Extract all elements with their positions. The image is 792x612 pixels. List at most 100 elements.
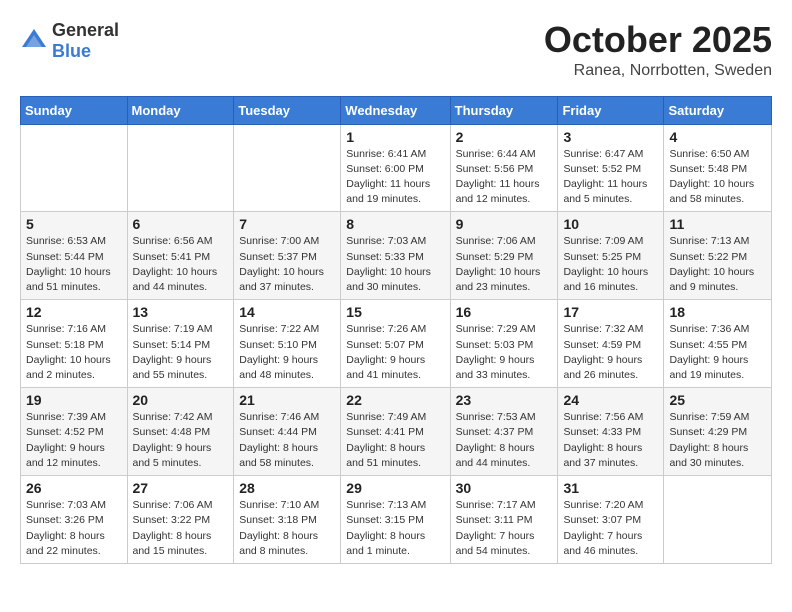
- title-block: October 2025 Ranea, Norrbotten, Sweden: [544, 20, 772, 80]
- logo: General Blue: [20, 20, 119, 62]
- day-info: Sunrise: 7:59 AM Sunset: 4:29 PM Dayligh…: [669, 410, 766, 471]
- calendar-cell: 29 Sunrise: 7:13 AM Sunset: 3:15 PM Dayli…: [341, 476, 450, 564]
- day-number: 9: [456, 216, 553, 232]
- day-number: 1: [346, 129, 444, 145]
- logo-general-text: General: [52, 20, 119, 40]
- calendar-cell: [21, 124, 128, 212]
- day-number: 31: [563, 480, 658, 496]
- day-number: 24: [563, 392, 658, 408]
- day-info: Sunrise: 7:09 AM Sunset: 5:25 PM Dayligh…: [563, 234, 658, 295]
- calendar-cell: 1 Sunrise: 6:41 AM Sunset: 6:00 PM Daylig…: [341, 124, 450, 212]
- day-info: Sunrise: 7:29 AM Sunset: 5:03 PM Dayligh…: [456, 322, 553, 383]
- calendar-cell: 4Sunrise: 6:50 AM Sunset: 5:48 PM Daylig…: [664, 124, 772, 212]
- calendar-cell: 11 Sunrise: 7:13 AM Sunset: 5:22 PM Dayli…: [664, 212, 772, 300]
- day-number: 20: [133, 392, 229, 408]
- calendar-cell: 27 Sunrise: 7:06 AM Sunset: 3:22 PM Dayli…: [127, 476, 234, 564]
- calendar-cell: 24 Sunrise: 7:56 AM Sunset: 4:33 PM Dayli…: [558, 388, 664, 476]
- day-info: Sunrise: 7:10 AM Sunset: 3:18 PM Dayligh…: [239, 498, 335, 559]
- calendar-cell: 20 Sunrise: 7:42 AM Sunset: 4:48 PM Dayli…: [127, 388, 234, 476]
- day-number: 17: [563, 304, 658, 320]
- day-number: 13: [133, 304, 229, 320]
- day-number: 6: [133, 216, 229, 232]
- calendar-cell: 30 Sunrise: 7:17 AM Sunset: 3:11 PM Dayli…: [450, 476, 558, 564]
- weekday-header-row: SundayMondayTuesdayWednesdayThursdayFrid…: [21, 96, 772, 124]
- day-number: 16: [456, 304, 553, 320]
- day-number: 23: [456, 392, 553, 408]
- calendar-cell: [234, 124, 341, 212]
- calendar-cell: 26 Sunrise: 7:03 AM Sunset: 3:26 PM Dayli…: [21, 476, 128, 564]
- calendar-cell: 16 Sunrise: 7:29 AM Sunset: 5:03 PM Dayli…: [450, 300, 558, 388]
- logo-icon: [20, 27, 48, 55]
- day-info: Sunrise: 7:06 AM Sunset: 5:29 PM Dayligh…: [456, 234, 553, 295]
- calendar-table: SundayMondayTuesdayWednesdayThursdayFrid…: [20, 96, 772, 564]
- calendar-cell: 8Sunrise: 7:03 AM Sunset: 5:33 PM Daylig…: [341, 212, 450, 300]
- weekday-saturday: Saturday: [664, 96, 772, 124]
- day-info: Sunrise: 7:03 AM Sunset: 3:26 PM Dayligh…: [26, 498, 122, 559]
- weekday-tuesday: Tuesday: [234, 96, 341, 124]
- week-row-3: 12Sunrise: 7:16 AM Sunset: 5:18 PM Dayli…: [21, 300, 772, 388]
- day-info: Sunrise: 7:26 AM Sunset: 5:07 PM Dayligh…: [346, 322, 444, 383]
- weekday-friday: Friday: [558, 96, 664, 124]
- day-number: 11: [669, 216, 766, 232]
- day-number: 28: [239, 480, 335, 496]
- day-number: 29: [346, 480, 444, 496]
- weekday-wednesday: Wednesday: [341, 96, 450, 124]
- calendar-cell: [664, 476, 772, 564]
- calendar-cell: 9 Sunrise: 7:06 AM Sunset: 5:29 PM Daylig…: [450, 212, 558, 300]
- calendar-cell: 2Sunrise: 6:44 AM Sunset: 5:56 PM Daylig…: [450, 124, 558, 212]
- day-number: 26: [26, 480, 122, 496]
- calendar-cell: 10Sunrise: 7:09 AM Sunset: 5:25 PM Dayli…: [558, 212, 664, 300]
- day-number: 30: [456, 480, 553, 496]
- week-row-5: 26 Sunrise: 7:03 AM Sunset: 3:26 PM Dayli…: [21, 476, 772, 564]
- day-info: Sunrise: 7:16 AM Sunset: 5:18 PM Dayligh…: [26, 322, 122, 383]
- calendar-cell: 31 Sunrise: 7:20 AM Sunset: 3:07 PM Dayli…: [558, 476, 664, 564]
- day-info: Sunrise: 7:19 AM Sunset: 5:14 PM Dayligh…: [133, 322, 229, 383]
- day-number: 5: [26, 216, 122, 232]
- day-info: Sunrise: 6:44 AM Sunset: 5:56 PM Dayligh…: [456, 147, 553, 208]
- day-number: 27: [133, 480, 229, 496]
- day-info: Sunrise: 7:03 AM Sunset: 5:33 PM Dayligh…: [346, 234, 444, 295]
- day-info: Sunrise: 7:32 AM Sunset: 4:59 PM Dayligh…: [563, 322, 658, 383]
- day-number: 21: [239, 392, 335, 408]
- calendar-cell: 5 Sunrise: 6:53 AM Sunset: 5:44 PM Daylig…: [21, 212, 128, 300]
- day-number: 14: [239, 304, 335, 320]
- calendar-cell: 17 Sunrise: 7:32 AM Sunset: 4:59 PM Dayli…: [558, 300, 664, 388]
- calendar-cell: 18Sunrise: 7:36 AM Sunset: 4:55 PM Dayli…: [664, 300, 772, 388]
- calendar-cell: 21Sunrise: 7:46 AM Sunset: 4:44 PM Dayli…: [234, 388, 341, 476]
- calendar-cell: 23 Sunrise: 7:53 AM Sunset: 4:37 PM Dayli…: [450, 388, 558, 476]
- day-info: Sunrise: 6:53 AM Sunset: 5:44 PM Dayligh…: [26, 234, 122, 295]
- calendar-cell: 28 Sunrise: 7:10 AM Sunset: 3:18 PM Dayli…: [234, 476, 341, 564]
- day-number: 15: [346, 304, 444, 320]
- day-info: Sunrise: 6:47 AM Sunset: 5:52 PM Dayligh…: [563, 147, 658, 208]
- day-info: Sunrise: 7:13 AM Sunset: 3:15 PM Dayligh…: [346, 498, 444, 559]
- day-info: Sunrise: 7:53 AM Sunset: 4:37 PM Dayligh…: [456, 410, 553, 471]
- day-info: Sunrise: 6:41 AM Sunset: 6:00 PM Dayligh…: [346, 147, 444, 208]
- day-info: Sunrise: 7:49 AM Sunset: 4:41 PM Dayligh…: [346, 410, 444, 471]
- day-info: Sunrise: 7:17 AM Sunset: 3:11 PM Dayligh…: [456, 498, 553, 559]
- day-number: 19: [26, 392, 122, 408]
- day-info: Sunrise: 7:39 AM Sunset: 4:52 PM Dayligh…: [26, 410, 122, 471]
- weekday-monday: Monday: [127, 96, 234, 124]
- day-info: Sunrise: 7:56 AM Sunset: 4:33 PM Dayligh…: [563, 410, 658, 471]
- day-info: Sunrise: 7:06 AM Sunset: 3:22 PM Dayligh…: [133, 498, 229, 559]
- day-info: Sunrise: 7:42 AM Sunset: 4:48 PM Dayligh…: [133, 410, 229, 471]
- weekday-thursday: Thursday: [450, 96, 558, 124]
- week-row-4: 19 Sunrise: 7:39 AM Sunset: 4:52 PM Dayli…: [21, 388, 772, 476]
- day-info: Sunrise: 7:13 AM Sunset: 5:22 PM Dayligh…: [669, 234, 766, 295]
- calendar-cell: 3 Sunrise: 6:47 AM Sunset: 5:52 PM Daylig…: [558, 124, 664, 212]
- day-number: 25: [669, 392, 766, 408]
- day-info: Sunrise: 7:20 AM Sunset: 3:07 PM Dayligh…: [563, 498, 658, 559]
- page-header: General Blue October 2025 Ranea, Norrbot…: [20, 20, 772, 80]
- calendar-cell: [127, 124, 234, 212]
- day-info: Sunrise: 6:56 AM Sunset: 5:41 PM Dayligh…: [133, 234, 229, 295]
- weekday-sunday: Sunday: [21, 96, 128, 124]
- day-info: Sunrise: 7:36 AM Sunset: 4:55 PM Dayligh…: [669, 322, 766, 383]
- day-info: Sunrise: 6:50 AM Sunset: 5:48 PM Dayligh…: [669, 147, 766, 208]
- day-number: 3: [563, 129, 658, 145]
- day-number: 22: [346, 392, 444, 408]
- day-info: Sunrise: 7:22 AM Sunset: 5:10 PM Dayligh…: [239, 322, 335, 383]
- calendar-cell: 7Sunrise: 7:00 AM Sunset: 5:37 PM Daylig…: [234, 212, 341, 300]
- calendar-cell: 13 Sunrise: 7:19 AM Sunset: 5:14 PM Dayli…: [127, 300, 234, 388]
- day-info: Sunrise: 7:00 AM Sunset: 5:37 PM Dayligh…: [239, 234, 335, 295]
- logo-blue-text: Blue: [52, 41, 91, 61]
